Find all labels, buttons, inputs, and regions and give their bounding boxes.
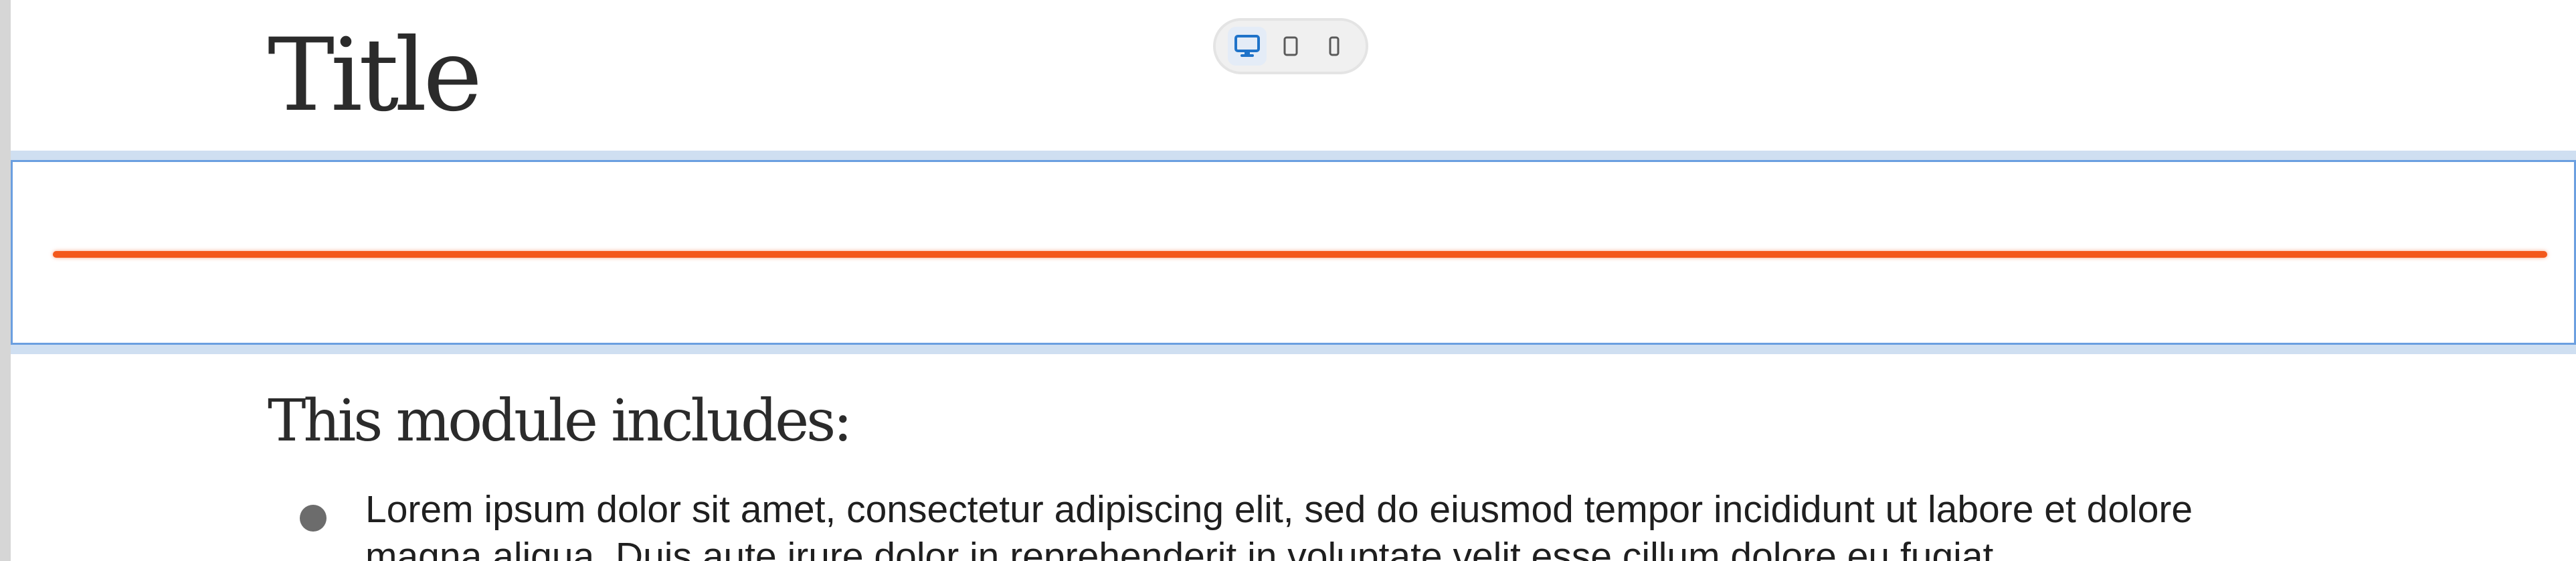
tablet-view-button[interactable]	[1271, 27, 1310, 66]
editor-left-edge	[0, 0, 11, 561]
selected-divider-module[interactable]	[11, 151, 2576, 354]
desktop-view-button[interactable]	[1227, 27, 1267, 66]
tablet-icon	[1283, 36, 1298, 56]
page-title: Title	[268, 17, 482, 134]
mobile-view-button[interactable]	[1315, 27, 1354, 66]
list-item: Lorem ipsum dolor sit amet, consectetur …	[292, 486, 2286, 561]
device-preview-toggle	[1213, 18, 1368, 74]
page-canvas: Title This module includes: Lorem ipsum …	[11, 0, 2576, 561]
list-item-text: Lorem ipsum dolor sit amet, consectetur …	[365, 488, 2193, 561]
section-heading: This module includes:	[268, 388, 852, 455]
orange-divider-line	[53, 251, 2547, 258]
divider-module-frame[interactable]	[11, 160, 2576, 345]
mobile-icon	[1329, 36, 1340, 56]
module-includes-list: Lorem ipsum dolor sit amet, consectetur …	[292, 486, 2286, 561]
desktop-icon	[1234, 35, 1260, 57]
bullet-icon	[300, 505, 327, 532]
